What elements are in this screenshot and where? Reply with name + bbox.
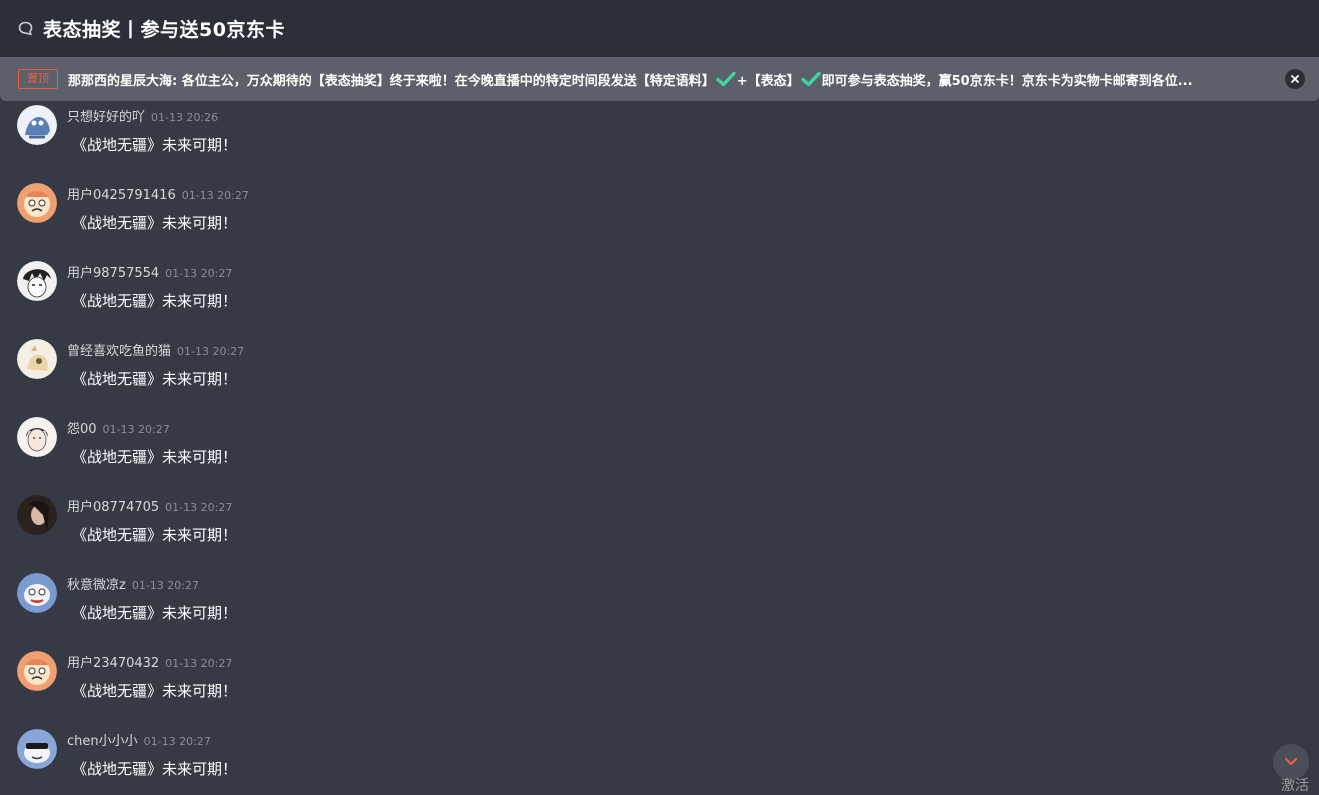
pinned-badge: 置顶 <box>18 69 58 89</box>
chevron-down-icon <box>1284 757 1298 766</box>
message-meta: 用户98757554 01-13 20:27 <box>67 262 232 281</box>
username[interactable]: 只想好好的吖 <box>67 106 145 125</box>
avatar[interactable] <box>17 729 57 769</box>
avatar[interactable] <box>17 417 57 457</box>
check-icon <box>800 71 821 87</box>
message-text: 《战地无疆》未来可期！ <box>72 136 238 154</box>
activation-watermark: 激活 <box>1281 778 1309 794</box>
close-pinned-button[interactable] <box>1285 69 1305 89</box>
username[interactable]: 用户23470432 <box>67 652 159 671</box>
username[interactable]: 秋意微凉z <box>67 574 126 593</box>
message-meta: chen小小小 01-13 20:27 <box>67 730 211 749</box>
timestamp: 01-13 20:27 <box>131 579 199 592</box>
timestamp: 01-13 20:26 <box>151 111 219 124</box>
message-meta: 只想好好的吖 01-13 20:26 <box>67 106 218 125</box>
avatar[interactable] <box>17 183 57 223</box>
message-meta: 用户08774705 01-13 20:27 <box>67 496 232 515</box>
page-title: 表态抽奖丨参与送50京东卡 <box>43 19 285 41</box>
username[interactable]: chen小小小 <box>67 730 138 749</box>
timestamp: 01-13 20:27 <box>143 735 211 748</box>
avatar[interactable] <box>17 651 57 691</box>
message-meta: 秋意微凉z 01-13 20:27 <box>67 574 199 593</box>
pinned-announcement[interactable]: 置顶 那那西的星辰大海: 各位主公，万众期待的【表态抽奖】终于来啦！在今晚直播中… <box>0 57 1319 101</box>
check-icon <box>716 71 736 87</box>
pinned-text-part1: 那那西的星辰大海: 各位主公，万众期待的【表态抽奖】终于来啦！在今晚直播中的特定… <box>68 73 715 89</box>
message-text: 《战地无疆》未来可期！ <box>72 292 238 310</box>
message-meta: 用户0425791416 01-13 20:27 <box>67 184 249 203</box>
username[interactable]: 曾经喜欢吃鱼的猫 <box>67 340 171 359</box>
pinned-text-part3: 即可参与表态抽奖，赢50京东卡！京东卡为实物卡邮寄到各位... <box>821 73 1193 89</box>
avatar[interactable] <box>17 261 57 301</box>
avatar[interactable] <box>17 495 57 535</box>
message-meta: 用户23470432 01-13 20:27 <box>67 652 232 671</box>
chat-bubble-icon <box>18 21 33 36</box>
pinned-message: 那那西的星辰大海: 各位主公，万众期待的【表态抽奖】终于来啦！在今晚直播中的特定… <box>68 70 1273 89</box>
message-text: 《战地无疆》未来可期！ <box>72 604 238 622</box>
username[interactable]: 用户98757554 <box>67 262 159 281</box>
message-list[interactable]: 只想好好的吖 01-13 20:26 《战地无疆》未来可期！ 用户0425791… <box>0 101 1319 790</box>
message-text: 《战地无疆》未来可期！ <box>72 682 238 700</box>
message-text: 《战地无疆》未来可期！ <box>72 214 238 232</box>
message-meta: 曾经喜欢吃鱼的猫 01-13 20:27 <box>67 340 244 359</box>
close-icon <box>1291 75 1299 83</box>
message-text: 《战地无疆》未来可期！ <box>72 526 238 544</box>
username[interactable]: 怨00 <box>67 418 97 437</box>
username[interactable]: 用户08774705 <box>67 496 159 515</box>
message-meta: 怨00 01-13 20:27 <box>67 418 170 437</box>
timestamp: 01-13 20:27 <box>177 345 245 358</box>
avatar[interactable] <box>17 573 57 613</box>
username[interactable]: 用户0425791416 <box>67 184 176 203</box>
timestamp: 01-13 20:27 <box>181 189 249 202</box>
avatar[interactable] <box>17 105 57 145</box>
message-text: 《战地无疆》未来可期！ <box>72 448 238 466</box>
avatar[interactable] <box>17 339 57 379</box>
chat-header: 表态抽奖丨参与送50京东卡 <box>0 0 1319 57</box>
timestamp: 01-13 20:27 <box>165 267 233 280</box>
timestamp: 01-13 20:27 <box>102 423 170 436</box>
timestamp: 01-13 20:27 <box>165 657 233 670</box>
pinned-text-part2: +【表态】 <box>736 73 800 89</box>
message-text: 《战地无疆》未来可期！ <box>72 370 238 388</box>
timestamp: 01-13 20:27 <box>165 501 233 514</box>
message-text: 《战地无疆》未来可期！ <box>72 760 238 778</box>
